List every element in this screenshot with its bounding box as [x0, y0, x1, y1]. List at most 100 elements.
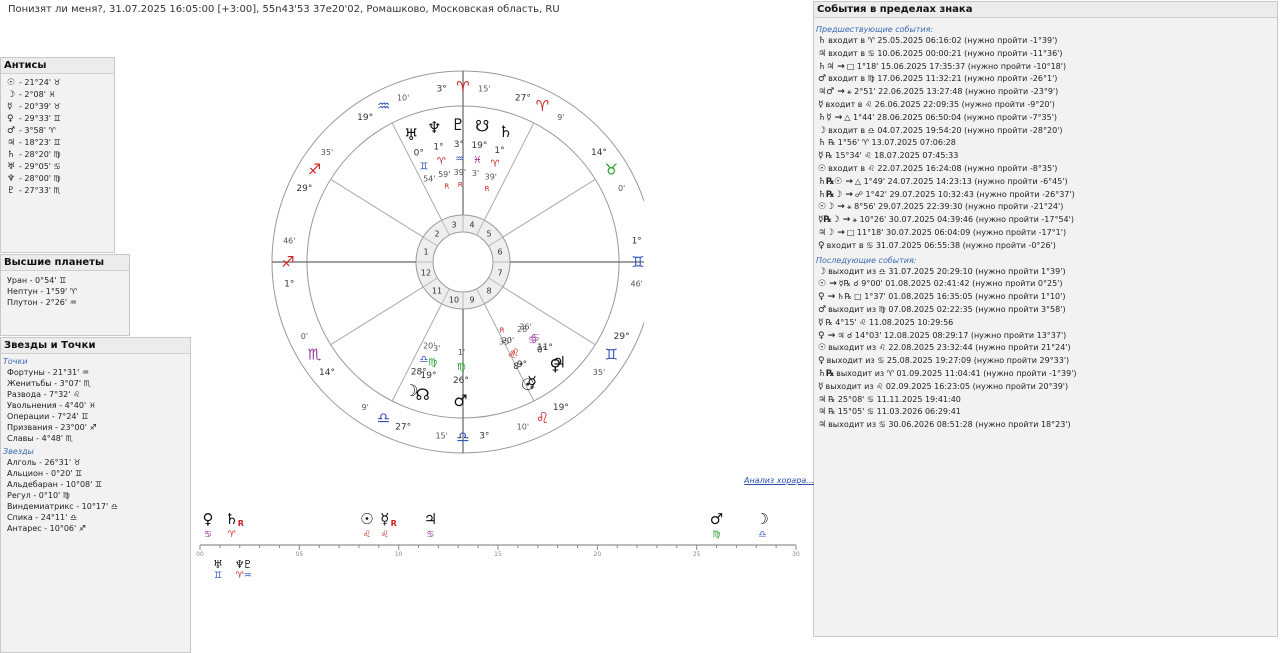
cusp-degree: 1°: [632, 237, 642, 247]
stars-list: Алголь - 26°31' ♉ Альцион - 0°20' ♊ Альдеб…: [1, 457, 190, 534]
event-text: ℞ 15°34' ♌ 18.07.2025 07:45:33: [825, 151, 959, 161]
higher-planets-title: Высшие планеты: [1, 255, 129, 271]
antiscia-item: ☿ - 20°39' ♉: [1, 101, 114, 113]
antiscia-item: ♂ - 3°58' ♈: [1, 125, 114, 137]
planet-icon: ♄: [7, 150, 16, 160]
event-item: ☉ → ☿℞ ☌ 9°00' 01.08.2025 02:41:42 (нужно…: [814, 278, 1277, 291]
strip-planet-marker: ♀♋: [202, 510, 213, 540]
event-item: ☽ выходит из ♎ 31.07.2025 20:29:10 (нужно…: [814, 266, 1277, 279]
planet-sign-icon: ♋: [204, 530, 212, 540]
planet-sign-icon: ♎: [758, 530, 766, 540]
cusp-degree: 19°: [357, 113, 373, 123]
planet-icon: ♀: [549, 356, 561, 375]
horary-analysis-link[interactable]: Анализ хорара...: [744, 476, 814, 485]
antiscia-item: ☽ - 2°08' ♓: [1, 89, 114, 101]
strip-planet-marker: ♄ ♈R: [225, 510, 244, 540]
planet-degree: 19°: [471, 141, 487, 151]
planet-degree: 1°: [494, 146, 504, 156]
planet-minutes: 3': [472, 169, 479, 178]
event-item: ♂ выходит из ♍ 07.08.2025 02:22:35 (нужно…: [814, 304, 1277, 317]
event-item: ♄ входит в ♈ 25.05.2025 06:16:02 (нужно п…: [814, 35, 1277, 48]
event-item: ♂ входит в ♍ 17.06.2025 11:32:21 (нужно п…: [814, 73, 1277, 86]
antiscia-value: - 29°33' ♊: [19, 114, 61, 123]
planet-sign-icon: ♈: [236, 571, 244, 581]
house-number: 11: [432, 286, 442, 295]
event-planet-icon: ☿: [818, 381, 824, 392]
planet-minutes: 54': [423, 175, 435, 184]
cusp-minutes: 0': [618, 184, 625, 193]
cusp-minutes: 10': [397, 94, 409, 103]
event-planet-icon: ☽: [818, 266, 827, 277]
planet-icon: ☿: [7, 102, 13, 112]
event-text: ⚹ 2°51' 22.06.2025 13:27:48 (нужно пройт…: [846, 87, 1059, 97]
event-item: ♄℞ выходит из ♈ 01.09.2025 11:04:41 (нужн…: [814, 368, 1277, 381]
event-text: ℞ 25°08' ♋ 11.11.2025 19:41:40: [828, 394, 961, 404]
star-item: Алголь - 26°31' ♉: [7, 458, 81, 467]
events-before-list: ♄ входит в ♈ 25.05.2025 06:16:02 (нужно п…: [814, 35, 1277, 253]
event-text: ☿℞ ☌ 9°00' 01.08.2025 02:41:42 (нужно пр…: [838, 279, 1063, 289]
cusp-sign-icon: ♐: [308, 160, 321, 178]
event-item: ♄℞☉ → △ 1°49' 24.07.2025 14:23:13 (нужно …: [814, 176, 1277, 189]
cusp-sign-icon: ♈: [536, 97, 549, 115]
strip-planet-marker: ☿ ♌R: [380, 510, 397, 540]
planet-icon: ☉: [7, 78, 16, 88]
planet-degree: 26°: [453, 376, 469, 386]
strip-planet-marker: ☉♌: [360, 510, 373, 540]
event-text: выходит из ♌ 22.08.2025 23:32:44 (нужно …: [828, 343, 1071, 353]
planet-icon: ☉: [521, 375, 535, 394]
planet-degree: 3°: [454, 140, 464, 150]
event-item: ♃ ℞ 25°08' ♋ 11.11.2025 19:41:40: [814, 394, 1277, 407]
event-text: ⚹ 8°56' 29.07.2025 22:39:30 (нужно пройт…: [846, 202, 1064, 212]
strip-tick-label: 30: [792, 551, 800, 558]
antiscia-value: - 3°58' ♈: [19, 126, 56, 135]
antiscia-item: ♀ - 29°33' ♊: [1, 113, 114, 125]
event-item: ♃♂ → ⚹ 2°51' 22.06.2025 13:27:48 (нужно п…: [814, 86, 1277, 99]
planet-icon: ☊: [416, 385, 430, 404]
event-text: выходит из ♋ 25.08.2025 19:27:09 (нужно …: [826, 356, 1070, 366]
chart-title: Понизят ли меня?, 31.07.2025 16:05:00 [+…: [8, 4, 560, 15]
cusp-sign-icon: ♎: [377, 409, 390, 427]
cusp-minutes: 46': [631, 279, 643, 288]
event-text: входит в ♎ 04.07.2025 19:54:20 (нужно пр…: [828, 125, 1063, 135]
event-text: ⚹ 10°26' 30.07.2025 04:39:46 (нужно прой…: [852, 215, 1074, 225]
point-item: Развода - 7°32' ♌: [7, 390, 81, 399]
event-text: □ 11°18' 30.07.2025 06:04:09 (нужно прой…: [846, 227, 1067, 237]
stars-points-panel: Звезды и Точки Точки Фортуны - 21°31' ♒ Ж…: [0, 337, 191, 653]
cusp-sign-icon: ♊: [631, 253, 644, 271]
event-text: входит в ♈ 25.05.2025 06:16:02 (нужно пр…: [828, 36, 1058, 45]
retrograde-mark: R: [500, 327, 505, 335]
retrograde-mark: R: [458, 181, 463, 189]
event-planet-icon: ☉ →: [818, 279, 837, 290]
event-planet-icon: ♄: [818, 138, 827, 149]
event-planet-icon: ☿: [818, 317, 824, 328]
cusp-minutes: 0': [301, 332, 308, 341]
higher-planet-item: Уран - 0°54' ♊: [7, 276, 67, 285]
antiscia-item: ♅ - 29°05' ♋: [1, 161, 114, 173]
antiscia-item: ♇ - 27°33' ♏: [1, 185, 114, 197]
antiscia-value: - 28°20' ♍: [19, 150, 61, 159]
planet-minutes: 3': [433, 344, 440, 353]
planet-sign-icon: ♌: [381, 530, 389, 540]
planet-icon: ♅: [213, 558, 223, 571]
antiscia-item: ♆ - 28°00' ♍: [1, 173, 114, 185]
retrograde-mark: R: [444, 183, 449, 191]
cusp-degree: 14°: [591, 148, 607, 158]
event-item: ♃ ℞ 15°05' ♋ 11.03.2026 06:29:41: [814, 406, 1277, 419]
event-text: ℞ 15°05' ♋ 11.03.2026 06:29:41: [828, 407, 961, 417]
strip-planet-marker: ♇♒: [243, 558, 253, 581]
event-planet-icon: ♃: [818, 407, 827, 418]
event-planet-icon: ♄℞: [818, 368, 835, 379]
event-item: ♃☽ → □ 11°18' 30.07.2025 06:04:09 (нужно …: [814, 227, 1277, 240]
planet-sign-icon: ♍: [457, 362, 466, 373]
cusp-sign-icon: ♎: [456, 428, 469, 446]
planet-icon: ☽: [7, 90, 16, 100]
events-after-list: ☽ выходит из ♎ 31.07.2025 20:29:10 (нужно…: [814, 266, 1277, 432]
cusp-minutes: 46': [283, 237, 295, 246]
planet-minutes: 35': [499, 337, 511, 346]
strip-planet-marker: ♅♊: [213, 558, 223, 581]
strip-tick-label: 05: [296, 551, 304, 558]
planet-sign-icon: ♊: [420, 162, 429, 173]
event-text: выходит из ♌ 02.09.2025 16:23:05 (нужно …: [825, 381, 1069, 391]
planet-icon: ♂: [453, 391, 467, 410]
cusp-degree: 29°: [614, 332, 630, 342]
